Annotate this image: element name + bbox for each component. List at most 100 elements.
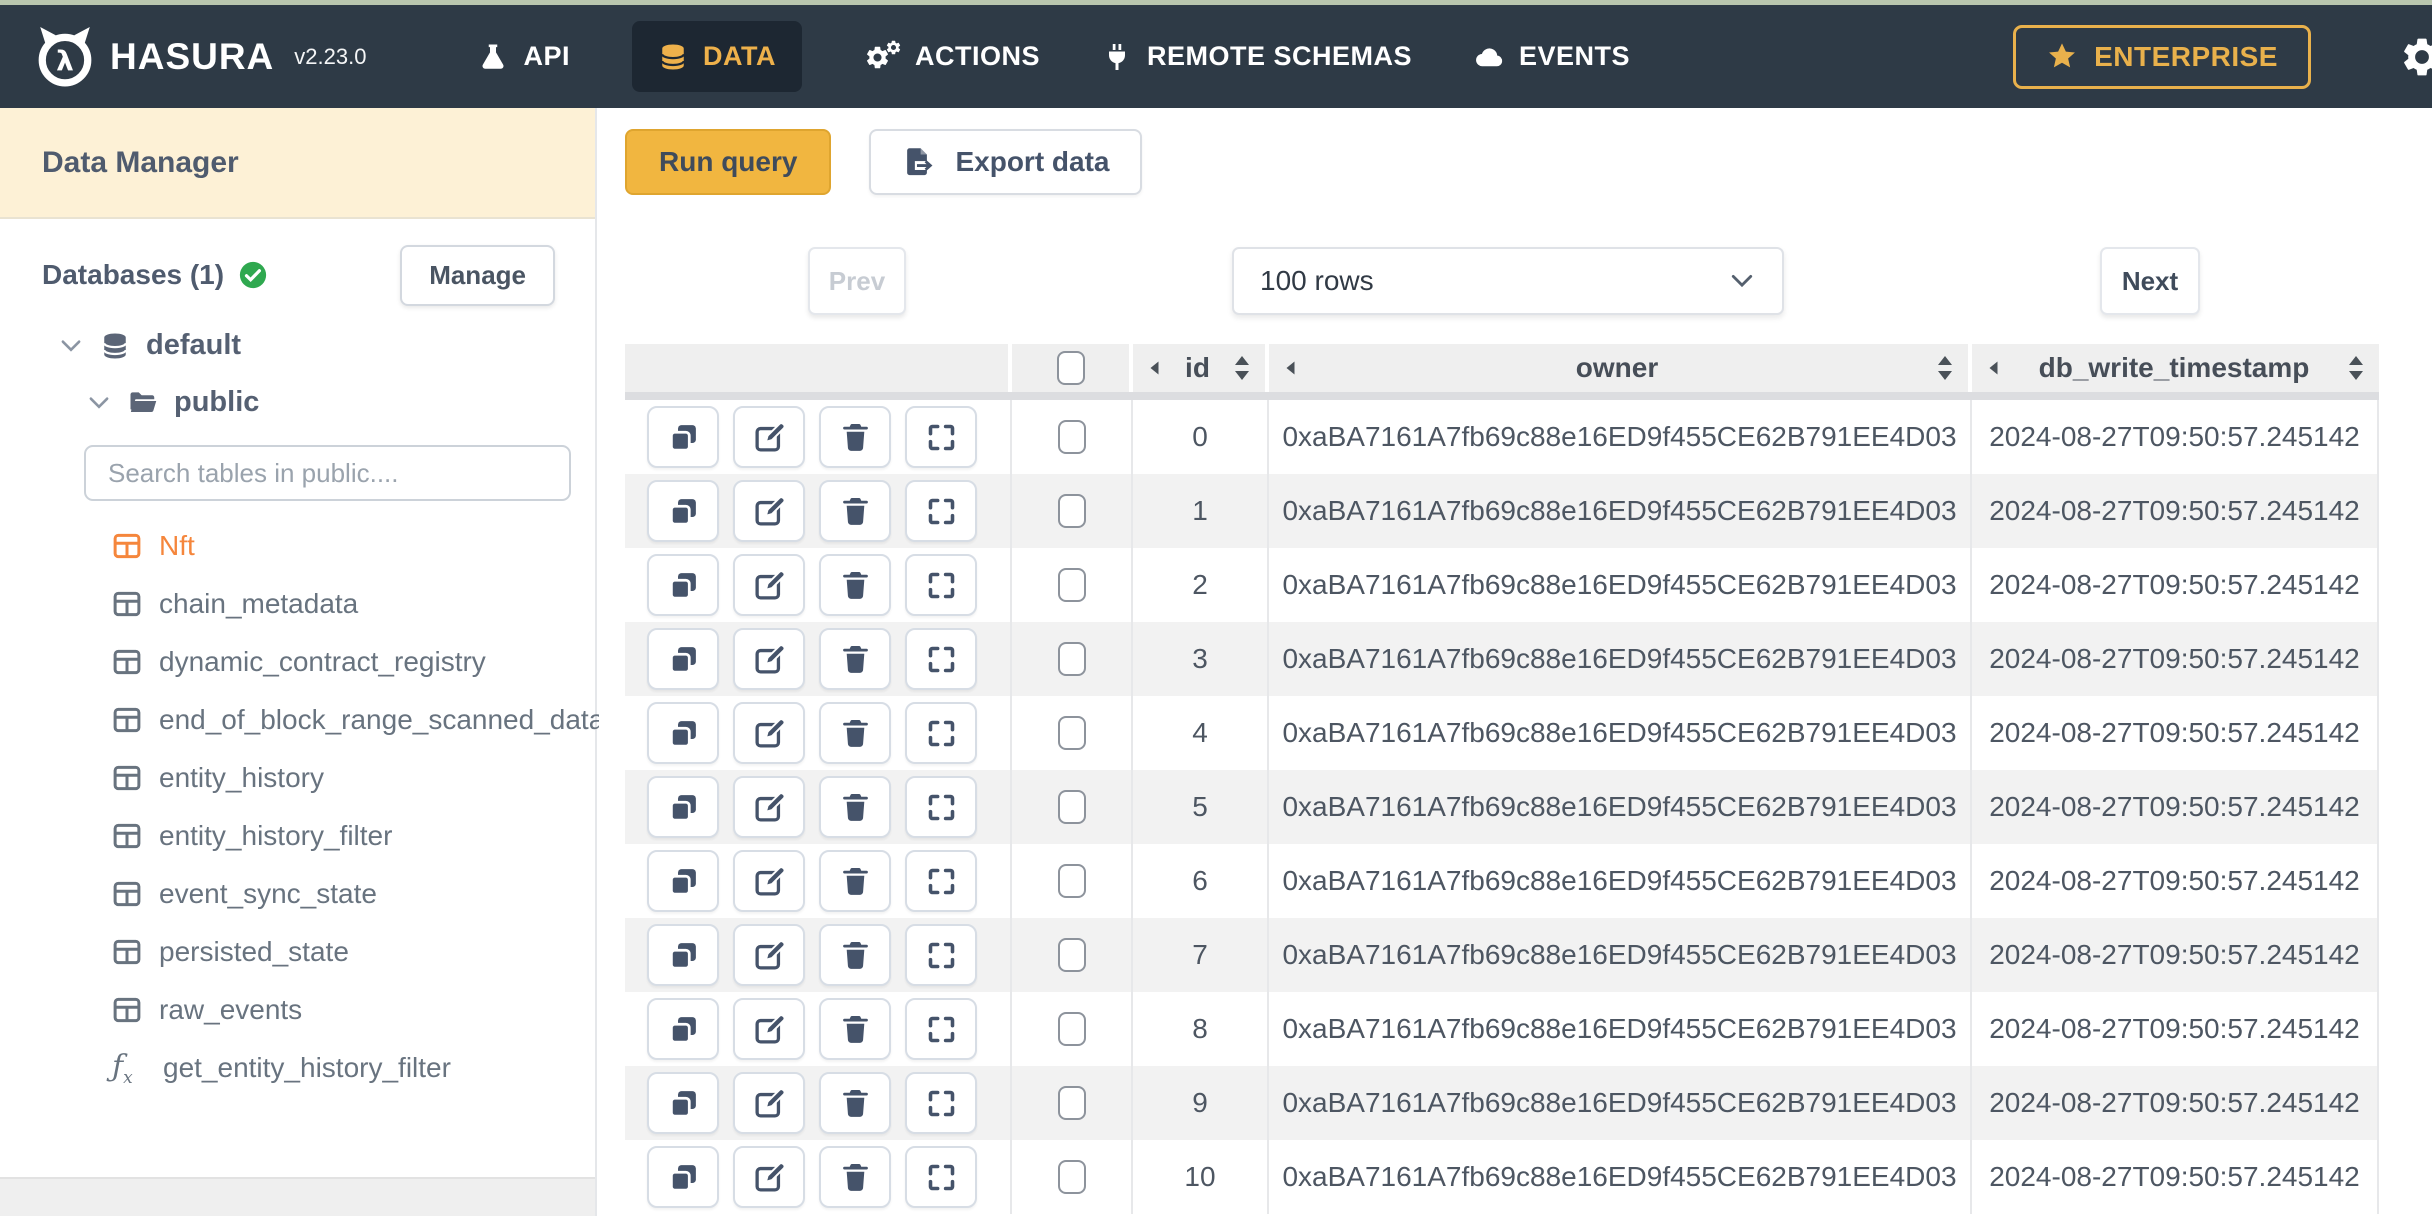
row-checkbox[interactable] [1057,864,1086,898]
delete-row-button[interactable] [819,850,891,912]
delete-row-button[interactable] [819,406,891,468]
delete-row-button[interactable] [819,554,891,616]
manage-button[interactable]: Manage [400,244,555,306]
clone-row-button[interactable] [647,1146,719,1208]
edit-row-button[interactable] [733,406,805,468]
delete-row-button[interactable] [819,1146,891,1208]
expand-row-button[interactable] [905,1072,977,1134]
nav-tab-api[interactable]: API [478,41,570,72]
sidebar-item-end-of-block-range-scanned-data[interactable]: end_of_block_range_scanned_data [112,691,604,749]
clone-row-button[interactable] [647,702,719,764]
clone-row-button[interactable] [647,1072,719,1134]
export-data-button[interactable]: Export data [869,129,1142,195]
row-checkbox[interactable] [1057,420,1086,454]
sidebar-item-entity-history[interactable]: entity_history [112,749,595,807]
cell-owner: 0xaBA7161A7fb69c88e16ED9f455CE62B791EE4D… [1269,1140,1972,1214]
delete-row-button[interactable] [819,480,891,542]
edit-row-button[interactable] [733,480,805,542]
clone-row-button[interactable] [647,776,719,838]
expand-row-button[interactable] [905,554,977,616]
sidebar-item-dynamic-contract-registry[interactable]: dynamic_contract_registry [112,633,595,691]
row-checkbox[interactable] [1057,938,1086,972]
header-db-write-timestamp-cell[interactable]: db_write_timestamp [1972,344,2379,392]
next-page-button[interactable]: Next [2100,247,2200,315]
edit-row-button[interactable] [733,628,805,690]
edit-row-button[interactable] [733,554,805,616]
delete-row-button[interactable] [819,998,891,1060]
header-owner-cell[interactable]: owner [1269,344,1972,392]
sidebar-item-raw-events[interactable]: raw_events [112,981,595,1039]
expand-row-button[interactable] [905,850,977,912]
trash-icon [842,571,868,599]
clone-row-button[interactable] [647,998,719,1060]
chevron-down-icon[interactable] [58,333,84,359]
delete-row-button[interactable] [819,924,891,986]
row-checkbox[interactable] [1057,1086,1086,1120]
expand-row-button[interactable] [905,1146,977,1208]
row-checkbox[interactable] [1057,716,1086,750]
edit-row-button[interactable] [733,924,805,986]
row-checkbox[interactable] [1057,790,1086,824]
tree-node-public[interactable]: public [86,386,595,419]
sidebar-item-nft[interactable]: Nft [112,517,595,575]
edit-row-button[interactable] [733,702,805,764]
expand-row-button[interactable] [905,924,977,986]
enterprise-button[interactable]: ENTERPRISE [2013,24,2311,89]
edit-icon [754,1086,786,1118]
sort-icon[interactable] [1936,354,1954,382]
cell-db-write-timestamp: 2024-08-27T09:50:57.245142 [1972,1140,2379,1214]
search-tables-input[interactable] [84,445,571,501]
edit-row-button[interactable] [733,776,805,838]
expand-row-button[interactable] [905,480,977,542]
tree-node-default[interactable]: default [58,329,595,362]
sidebar-item-persisted-state[interactable]: persisted_state [112,923,595,981]
settings-gear-icon[interactable] [2399,34,2432,80]
row-checkbox[interactable] [1057,1160,1086,1194]
clone-row-button[interactable] [647,406,719,468]
sort-icon[interactable] [2347,354,2365,382]
clone-row-button[interactable] [647,628,719,690]
edit-row-button[interactable] [733,1072,805,1134]
header-id-cell[interactable]: id [1133,344,1269,392]
nav-tab-actions[interactable]: ACTIONS [864,40,1040,73]
hasura-logo-icon[interactable] [34,26,96,88]
collapse-column-icon[interactable] [1986,358,2001,378]
sidebar-item-chain-metadata[interactable]: chain_metadata [112,575,595,633]
row-select-cell [1012,400,1133,474]
delete-row-button[interactable] [819,1072,891,1134]
expand-row-button[interactable] [905,776,977,838]
edit-row-button[interactable] [733,998,805,1060]
select-all-checkbox[interactable] [1056,351,1085,385]
row-checkbox[interactable] [1057,1012,1086,1046]
clone-row-button[interactable] [647,850,719,912]
delete-row-button[interactable] [819,702,891,764]
clone-row-button[interactable] [647,554,719,616]
row-checkbox[interactable] [1057,568,1086,602]
collapse-column-icon[interactable] [1283,358,1298,378]
nav-tab-remote-schemas[interactable]: REMOTE SCHEMAS [1102,41,1412,72]
run-query-button[interactable]: Run query [625,129,832,195]
delete-row-button[interactable] [819,776,891,838]
expand-row-button[interactable] [905,998,977,1060]
chevron-down-icon[interactable] [86,390,112,416]
sort-icon[interactable] [1233,354,1251,382]
expand-row-button[interactable] [905,702,977,764]
clone-row-button[interactable] [647,480,719,542]
nav-tab-events[interactable]: EVENTS [1474,41,1630,72]
row-checkbox[interactable] [1057,642,1086,676]
clone-row-button[interactable] [647,924,719,986]
delete-row-button[interactable] [819,628,891,690]
pagination-bar: Prev 100 rows Next [599,247,2432,315]
nav-tab-data[interactable]: DATA [631,21,802,92]
rows-per-page-select[interactable]: 100 rows [1232,247,1784,315]
expand-row-button[interactable] [905,406,977,468]
edit-row-button[interactable] [733,1146,805,1208]
expand-row-button[interactable] [905,628,977,690]
sidebar-item-event-sync-state[interactable]: event_sync_state [112,865,595,923]
collapse-column-icon[interactable] [1147,358,1162,378]
sidebar-item-entity-history-filter[interactable]: entity_history_filter [112,807,595,865]
edit-row-button[interactable] [733,850,805,912]
prev-page-button[interactable]: Prev [808,247,906,315]
row-checkbox[interactable] [1057,494,1086,528]
sidebar-item-get-entity-history-filter[interactable]: ƒx get_entity_history_filter [112,1039,595,1097]
